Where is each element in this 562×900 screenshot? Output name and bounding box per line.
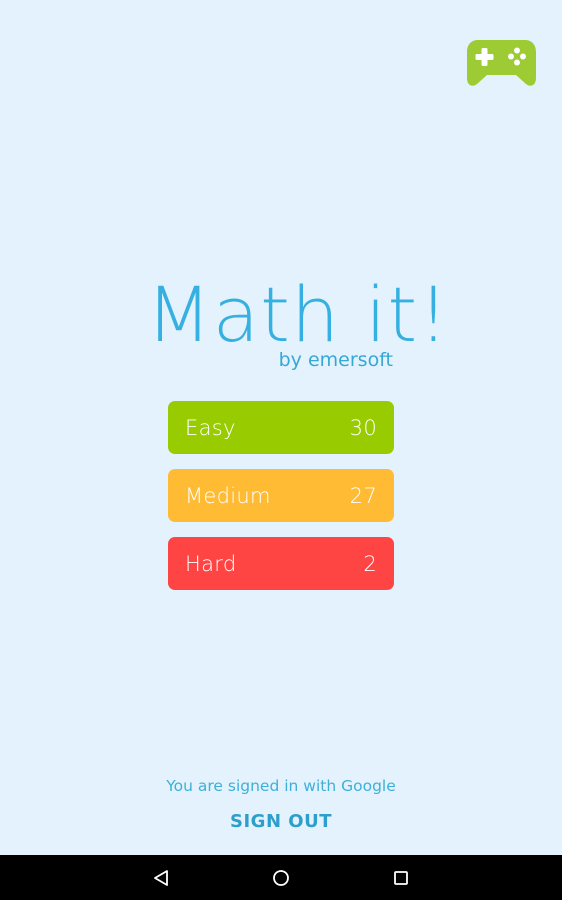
gamepad-icon xyxy=(467,40,536,86)
nav-home-button[interactable] xyxy=(251,855,311,900)
app-title: Math it! xyxy=(146,270,450,359)
sign-out-row: SIGN OUT xyxy=(0,811,562,832)
level-button-medium[interactable]: Medium 27 xyxy=(168,469,394,522)
app-subtitle: by emersoft xyxy=(278,349,393,371)
level-label: Easy xyxy=(185,415,236,440)
level-label: Hard xyxy=(185,551,237,576)
level-button-hard[interactable]: Hard 2 xyxy=(168,537,394,590)
app-screen: Math it! by emersoft Easy 30 Medium 27 H… xyxy=(0,0,562,855)
back-icon xyxy=(154,869,168,886)
recents-icon xyxy=(394,870,408,885)
nav-recents-button[interactable] xyxy=(371,855,431,900)
home-icon xyxy=(273,869,289,886)
level-score: 2 xyxy=(363,551,377,576)
level-button-easy[interactable]: Easy 30 xyxy=(168,401,394,454)
level-list: Easy 30 Medium 27 Hard 2 xyxy=(168,401,394,605)
sign-in-status: You are signed in with Google xyxy=(166,777,396,795)
system-navigation-bar xyxy=(0,855,562,900)
level-score: 30 xyxy=(349,415,377,440)
nav-back-button[interactable] xyxy=(131,855,191,900)
level-label: Medium xyxy=(185,483,271,508)
sign-out-button[interactable]: SIGN OUT xyxy=(230,811,332,832)
level-score: 27 xyxy=(349,483,377,508)
play-games-button[interactable] xyxy=(466,38,537,88)
